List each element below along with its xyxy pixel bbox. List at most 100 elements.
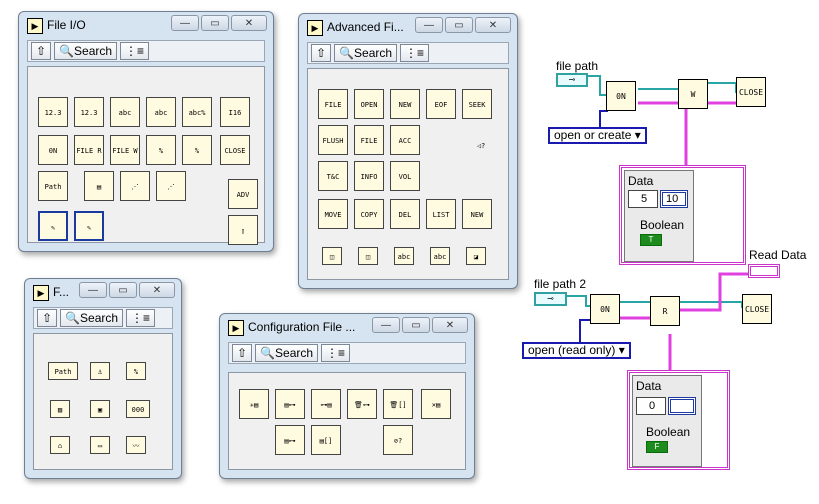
numeric-constant-2[interactable]: 10 xyxy=(660,190,688,208)
tdms-sgl-icon[interactable]: I16 xyxy=(220,97,250,127)
open-file-node[interactable]: 0N xyxy=(606,81,636,111)
close-file-node[interactable]: CLOSE xyxy=(736,77,766,107)
up-arrow-button[interactable]: ⇧ xyxy=(37,309,58,327)
write-text-file-icon[interactable]: 12.3 xyxy=(38,97,68,127)
remove-section-icon[interactable]: 🗑[] xyxy=(383,389,413,419)
close-button[interactable]: ✕ xyxy=(432,317,468,333)
close-file-icon[interactable]: CLOSE xyxy=(220,135,250,165)
advanced-file-icon[interactable]: ADV xyxy=(228,179,258,209)
close-button[interactable]: ✕ xyxy=(475,17,511,33)
operation-enum-2[interactable]: open (read only) ▾ xyxy=(522,342,631,359)
operation-enum[interactable]: open or create ▾ xyxy=(548,127,647,144)
view-options-button[interactable]: ⋮≡ xyxy=(120,42,150,60)
xml-icon[interactable]: ⋰ xyxy=(120,171,150,201)
type-creator-icon[interactable]: T&C xyxy=(318,161,348,191)
file-lock-icon[interactable]: FILE xyxy=(354,125,384,155)
up-arrow-button[interactable]: ⇧ xyxy=(311,44,332,62)
volume-info-icon[interactable]: VOL xyxy=(390,161,420,191)
title-bar[interactable]: ▶ File I/O — ▭ ✕ xyxy=(19,12,273,38)
minimize-button[interactable]: — xyxy=(79,282,107,298)
temp-dir-icon[interactable]: ▣ xyxy=(90,400,110,418)
not-a-path-icon[interactable]: 000 xyxy=(126,400,150,418)
percent-icon[interactable]: % xyxy=(126,362,146,380)
config-file-icon[interactable]: ▤ xyxy=(84,171,114,201)
path-to-abc-icon[interactable]: abc xyxy=(394,247,414,265)
view-options-button[interactable]: ⋮≡ xyxy=(126,309,156,327)
express-read-icon[interactable]: ✎ xyxy=(38,211,68,241)
search-button[interactable]: 🔍Search xyxy=(54,42,118,60)
file-path-control[interactable]: ⊸ xyxy=(556,73,588,87)
xml-parse-icon[interactable]: ⋰ xyxy=(156,171,186,201)
read-file-icon[interactable]: FILE R xyxy=(74,135,104,165)
write-key-icon[interactable]: ⊶▤ xyxy=(311,389,341,419)
restore-button[interactable]: ▭ xyxy=(201,15,229,31)
folder-icon[interactable]: ▭ xyxy=(90,436,110,454)
title-bar[interactable]: ▶ Advanced Fi... — ▭ ✕ xyxy=(299,14,517,40)
minimize-button[interactable]: — xyxy=(171,15,199,31)
path-constant-icon[interactable]: Path xyxy=(38,171,68,201)
close-config-icon[interactable]: ✕▤ xyxy=(421,389,451,419)
view-options-button[interactable]: ⋮≡ xyxy=(400,44,430,62)
write-binary-icon[interactable]: abc xyxy=(110,97,140,127)
remove-key-icon[interactable]: 🗑⊶ xyxy=(347,389,377,419)
file-info-icon[interactable]: INFO xyxy=(354,161,384,191)
delete-icon[interactable]: DEL xyxy=(390,199,420,229)
up-arrow-button[interactable]: ⇧ xyxy=(31,42,52,60)
numeric-constant-4[interactable] xyxy=(668,397,696,415)
seek-icon[interactable]: SEEK xyxy=(462,89,492,119)
read-key-icon[interactable]: ▤⊶ xyxy=(275,389,305,419)
eof-icon[interactable]: EOF xyxy=(426,89,456,119)
storage-icon[interactable]: ▯ xyxy=(228,215,258,245)
default-dir-icon[interactable]: ▨ xyxy=(50,400,70,418)
read-file-node[interactable]: R xyxy=(650,296,680,326)
open-file-icon[interactable]: 0N xyxy=(38,135,68,165)
numeric-constant-1[interactable]: 5 xyxy=(628,190,658,208)
write-file-icon[interactable]: FILE W xyxy=(110,135,140,165)
abc-to-path-icon[interactable]: abc xyxy=(430,247,450,265)
file-path-2-control[interactable]: ⊸ xyxy=(534,292,567,306)
restore-button[interactable]: ▭ xyxy=(402,317,430,333)
write-file-node[interactable]: W xyxy=(678,79,708,109)
open-config-icon[interactable]: ✳▤ xyxy=(239,389,269,419)
view-options-button[interactable]: ⋮≡ xyxy=(321,344,351,362)
path-constant-icon[interactable]: Path xyxy=(48,362,78,380)
read-data-indicator[interactable] xyxy=(748,264,780,278)
express-write-icon[interactable]: ✎ xyxy=(74,211,104,241)
move-icon[interactable]: MOVE xyxy=(318,199,348,229)
boolean-constant-2[interactable]: F xyxy=(646,441,668,453)
title-bar[interactable]: ▶ F... — ▭ ✕ xyxy=(25,279,181,305)
close-button[interactable]: ✕ xyxy=(231,15,267,31)
up-arrow-button[interactable]: ⇧ xyxy=(232,344,253,362)
refnum-to-path-icon[interactable]: ◪ xyxy=(466,247,486,265)
format-icon[interactable]: % xyxy=(146,135,176,165)
flush-icon[interactable]: FLUSH xyxy=(318,125,348,155)
list-icon[interactable]: LIST xyxy=(426,199,456,229)
close-button[interactable]: ✕ xyxy=(139,282,175,298)
minimize-button[interactable]: — xyxy=(372,317,400,333)
query-icon[interactable]: ◁? xyxy=(466,131,496,161)
open-file-node-2[interactable]: 0N xyxy=(590,294,620,324)
file-constant-icon[interactable]: FILE xyxy=(318,89,348,119)
scan-icon[interactable]: % xyxy=(182,135,212,165)
path-to-string-icon[interactable]: ◫ xyxy=(322,247,342,265)
search-button[interactable]: 🔍Search xyxy=(60,309,124,327)
home-dir-icon[interactable]: ⌂ xyxy=(50,436,70,454)
spreadsheet-icon[interactable]: abc% xyxy=(182,97,212,127)
new-icon[interactable]: NEW xyxy=(390,89,420,119)
numeric-constant-3[interactable]: 0 xyxy=(636,397,666,415)
not-a-refnum-icon[interactable]: ⊘? xyxy=(383,425,413,455)
close-file-node-2[interactable]: CLOSE xyxy=(742,294,772,324)
read-text-file-icon[interactable]: 12.3 xyxy=(74,97,104,127)
anchor-icon[interactable]: ⚓ xyxy=(90,362,110,380)
vi-library-icon[interactable]: 〰 xyxy=(126,436,146,454)
copy-icon[interactable]: COPY xyxy=(354,199,384,229)
access-icon[interactable]: ACC xyxy=(390,125,420,155)
get-section-names-icon[interactable]: ▤[] xyxy=(311,425,341,455)
get-key-names-icon[interactable]: ▤⊶ xyxy=(275,425,305,455)
search-button[interactable]: 🔍Search xyxy=(334,44,398,62)
restore-button[interactable]: ▭ xyxy=(445,17,473,33)
search-button[interactable]: 🔍Search xyxy=(255,344,319,362)
data-cluster-constant-2[interactable]: Data 0 Boolean F xyxy=(627,370,730,470)
string-to-path-icon[interactable]: ◫ xyxy=(358,247,378,265)
boolean-constant[interactable]: T xyxy=(640,234,662,246)
